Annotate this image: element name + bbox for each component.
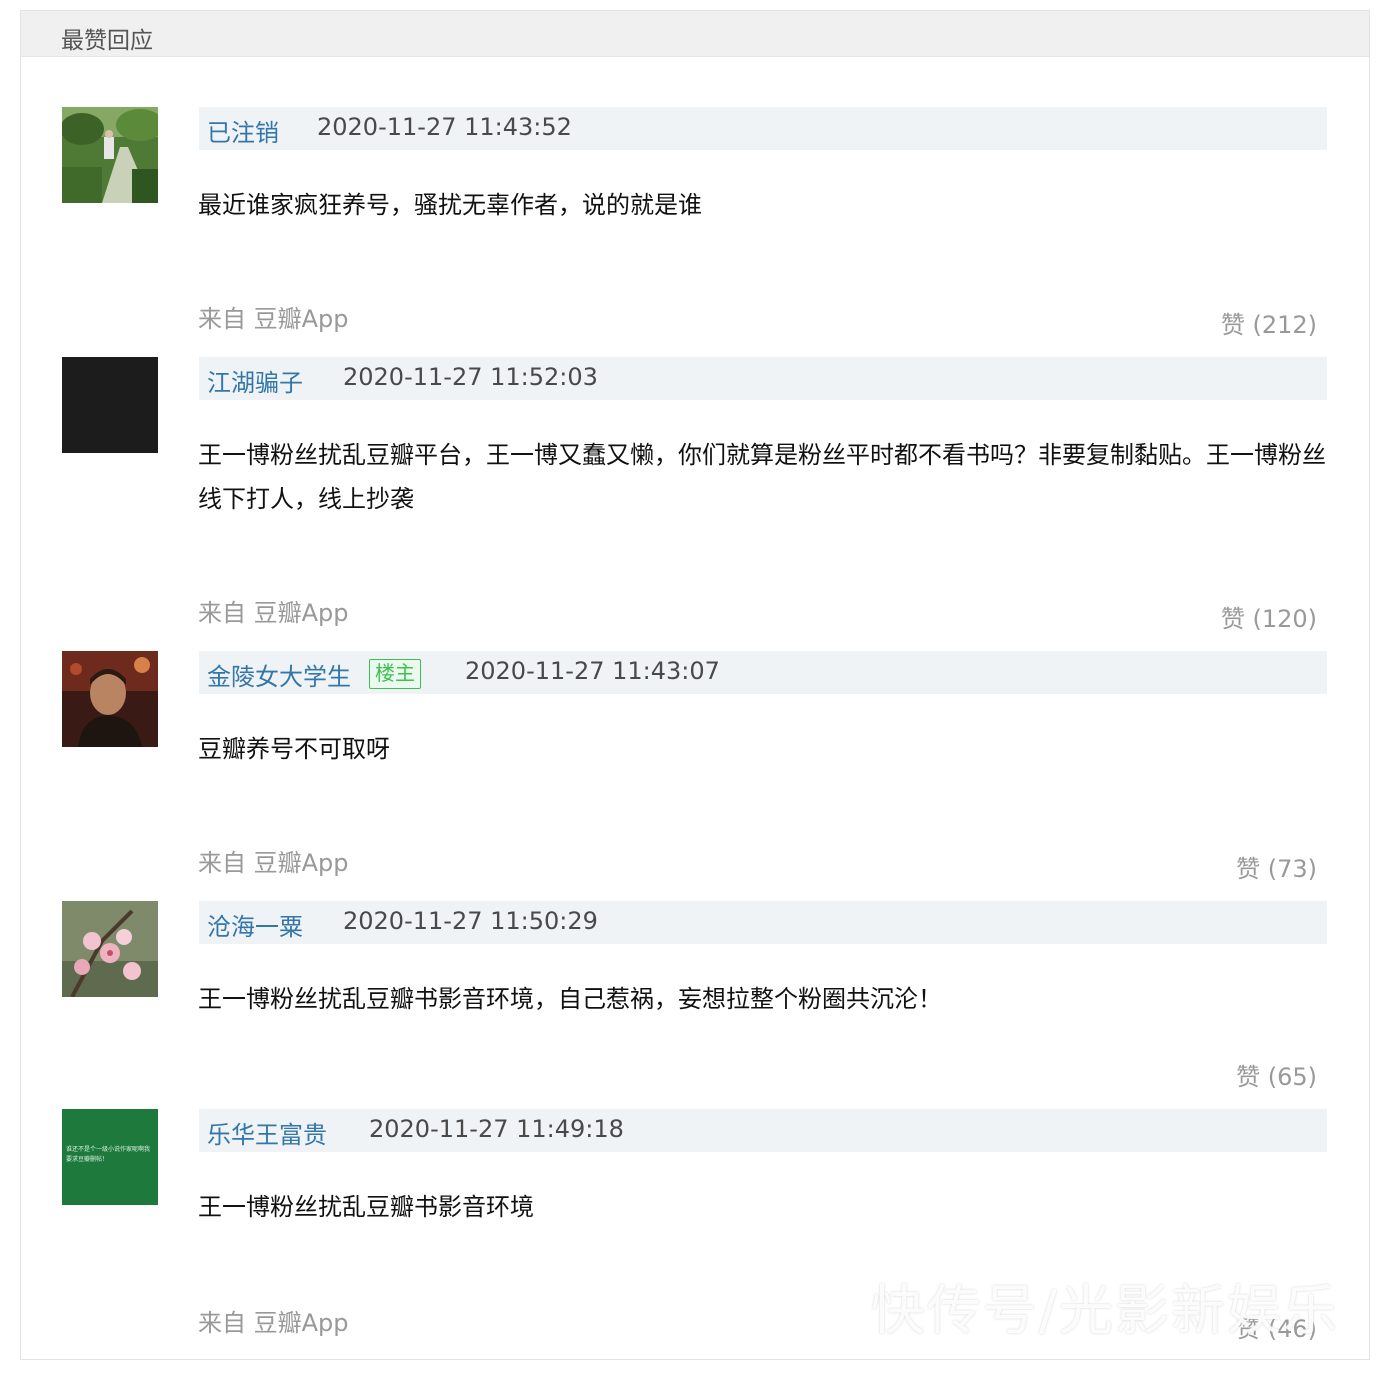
like-button[interactable]: 赞 (120) [1221,599,1317,634]
comment-time: 2020-11-27 11:52:03 [343,363,598,391]
avatar[interactable] [62,357,158,453]
comment-time: 2020-11-27 11:43:52 [317,113,572,141]
like-button[interactable]: 赞 (73) [1236,849,1317,884]
comment-text: 王一博粉丝扰乱豆瓣书影音环境 [198,1193,534,1221]
avatar-caption: 谁还不是个一级小说作家呢啊我要求豆瓣删帖！ [66,1146,151,1163]
avatar-portrait-image [62,651,158,747]
author-link[interactable]: 金陵女大学生 [207,657,351,692]
comment-source: 来自 豆瓣App [198,849,349,877]
author-link[interactable]: 江湖骗子 [207,363,303,398]
author-link[interactable]: 已注销 [207,113,279,148]
op-badge: 楼主 [369,659,421,689]
like-button[interactable]: 赞 (65) [1236,1057,1317,1092]
comment-time: 2020-11-27 11:50:29 [343,907,598,935]
comment-meta-bar: 江湖骗子 2020-11-27 11:52:03 [199,357,1327,400]
author-link[interactable]: 乐华王富贵 [207,1115,327,1150]
section-title: 最赞回应 [61,28,153,54]
watermark: 快传号/光影新娱乐 [870,1279,1339,1342]
comment-meta-bar: 已注销 2020-11-27 11:43:52 [199,107,1327,150]
avatar[interactable] [62,651,158,747]
comment-meta-bar: 沧海一粟 2020-11-27 11:50:29 [199,901,1327,944]
comment-meta-bar: 乐华王富贵 2020-11-27 11:49:18 [199,1109,1327,1152]
comment-text: 王一博粉丝扰乱豆瓣书影音环境，自己惹祸，妄想拉整个粉圈共沉沦！ [198,985,942,1013]
avatar[interactable] [62,901,158,997]
best-replies-panel: 最赞回应 已注销 2020-11-27 11:43:52 最近谁家疯狂养号，骚扰… [20,10,1370,1360]
comment-text: 王一博粉丝扰乱豆瓣平台，王一博又蠢又懒，你们就算是粉丝平时都不看书吗？非要复制黏… [198,441,1326,513]
comment-time: 2020-11-27 11:49:18 [369,1115,624,1143]
avatar-garden-image [62,107,158,203]
like-button[interactable]: 赞 (212) [1221,305,1317,340]
comment-meta-bar: 金陵女大学生 楼主 2020-11-27 11:43:07 [199,651,1327,694]
avatar-black-image [62,357,158,453]
comment-source: 来自 豆瓣App [198,305,349,333]
comment-time: 2020-11-27 11:43:07 [465,657,720,685]
avatar-blossom-image [62,901,158,997]
avatar[interactable] [62,107,158,203]
comment-source: 来自 豆瓣App [198,1309,349,1337]
author-link[interactable]: 沧海一粟 [207,907,303,942]
avatar[interactable]: 谁还不是个一级小说作家呢啊我要求豆瓣删帖！ [62,1109,158,1205]
comment-text: 豆瓣养号不可取呀 [198,735,390,763]
comment-text: 最近谁家疯狂养号，骚扰无辜作者，说的就是谁 [198,191,702,219]
comment-source: 来自 豆瓣App [198,599,349,627]
section-header: 最赞回应 [21,11,1369,57]
